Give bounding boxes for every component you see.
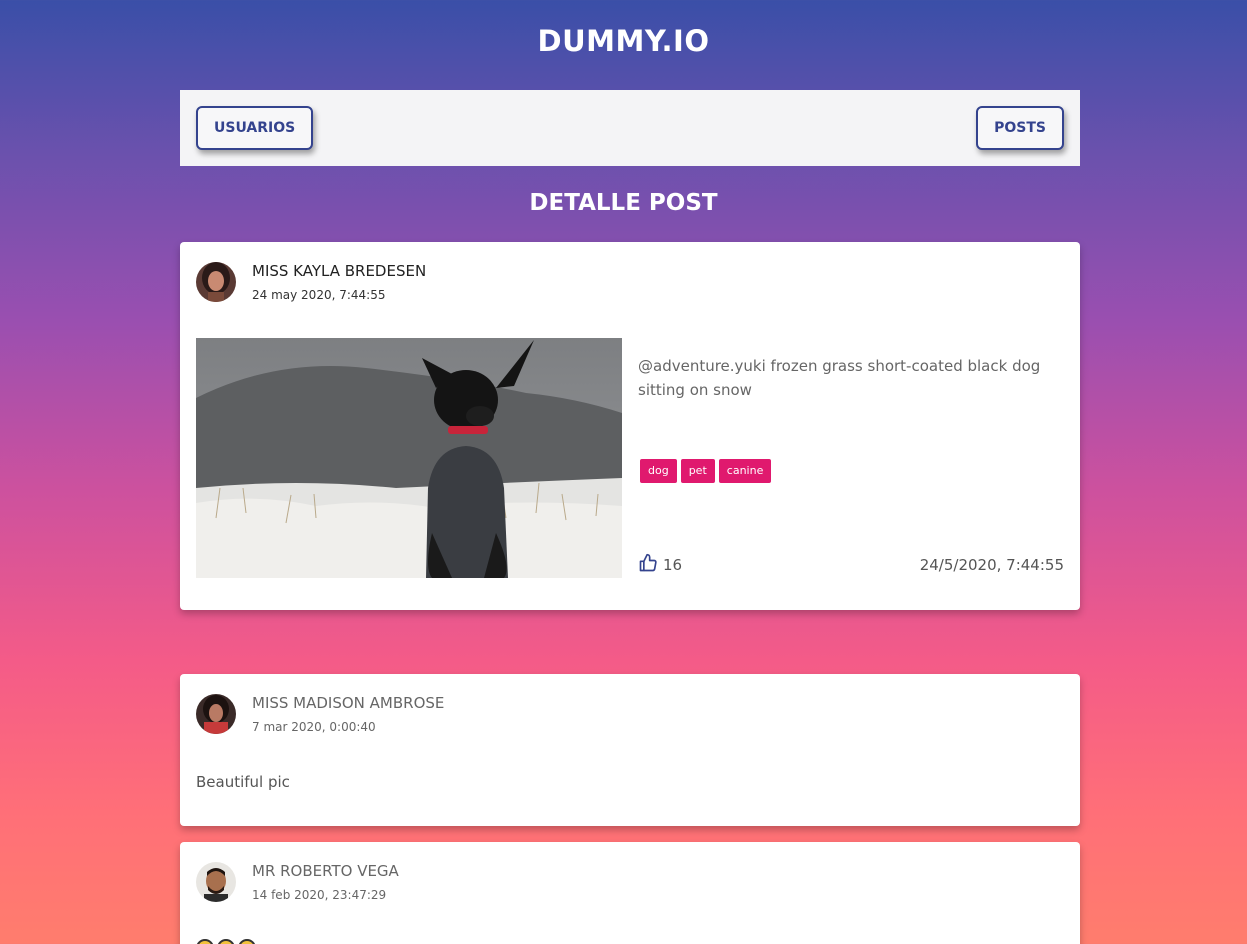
page-title: DETALLE POST [529, 190, 718, 216]
emoji-icon [217, 939, 235, 944]
comment-emoji-row [196, 939, 256, 944]
posts-button[interactable]: POSTS [976, 106, 1064, 150]
comment-card: MISS MADISON AMBROSE 7 mar 2020, 0:00:40… [180, 674, 1080, 826]
thumbs-up-icon[interactable] [638, 553, 663, 577]
tag-dog[interactable]: dog [640, 459, 677, 483]
comment-author-name[interactable]: MISS MADISON AMBROSE [252, 694, 444, 712]
like-counter[interactable]: 16 [638, 553, 682, 577]
emoji-icon [196, 939, 214, 944]
post-date: 24 may 2020, 7:44:55 [252, 288, 386, 302]
comment-avatar[interactable] [196, 862, 236, 902]
comment-date: 14 feb 2020, 23:47:29 [252, 888, 387, 902]
author-avatar[interactable] [196, 262, 236, 302]
comment-author-name[interactable]: MR ROBERTO VEGA [252, 862, 399, 880]
tag-list: dog pet canine [640, 459, 772, 483]
usuarios-button[interactable]: USUARIOS [196, 106, 314, 150]
post-card: MISS KAYLA BREDESEN 24 may 2020, 7:44:55 [180, 242, 1080, 610]
comment-date: 7 mar 2020, 0:00:40 [252, 720, 376, 734]
likes-count: 16 [663, 556, 683, 574]
author-name[interactable]: MISS KAYLA BREDESEN [252, 262, 426, 280]
comment-text: Beautiful pic [196, 773, 290, 791]
emoji-icon [238, 939, 256, 944]
comment-avatar[interactable] [196, 694, 236, 734]
post-image [196, 338, 622, 578]
publish-date: 24/5/2020, 7:44:55 [919, 556, 1064, 574]
comment-card: MR ROBERTO VEGA 14 feb 2020, 23:47:29 [180, 842, 1080, 944]
post-text: @adventure.yuki frozen grass short-coate… [638, 357, 1041, 399]
navbar: USUARIOS POSTS [180, 90, 1080, 166]
site-title: DUMMY.IO [537, 24, 710, 58]
tag-pet[interactable]: pet [680, 459, 715, 483]
tag-canine[interactable]: canine [718, 459, 772, 483]
